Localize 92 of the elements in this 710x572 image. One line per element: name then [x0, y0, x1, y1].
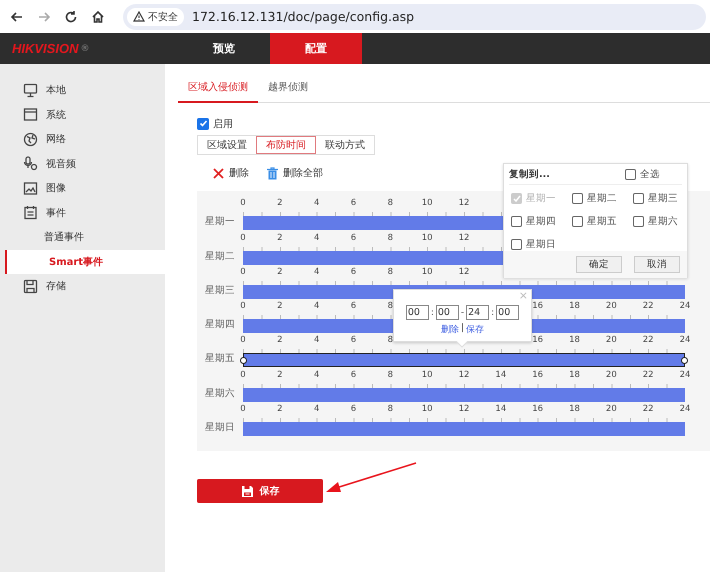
hour-label: 6	[350, 266, 356, 277]
hour-label: 8	[388, 301, 394, 312]
hour-label: 4	[314, 404, 320, 414]
hour-label: 2	[277, 335, 283, 346]
hour-label: 8	[388, 266, 394, 277]
day-option-label: 星期一	[526, 192, 556, 205]
hour-label: 8	[388, 370, 394, 380]
url-text: 172.16.12.131/doc/page/config.asp	[192, 9, 414, 24]
day-option-label: 星期日	[526, 238, 556, 251]
hour-label: 20	[606, 301, 617, 312]
hour-label: 2	[277, 301, 283, 312]
hour-label: 2	[277, 404, 283, 414]
hour-label: 8	[388, 232, 394, 243]
day-label: 星期五	[204, 352, 235, 366]
hour-label: 24	[680, 370, 690, 380]
hour-label: 12	[458, 232, 470, 243]
logo: HIKVISION	[12, 41, 78, 56]
hour-label: 10	[422, 370, 433, 380]
hour-label: 24	[680, 335, 690, 346]
hour-label: 22	[642, 404, 654, 414]
hour-label: 10	[422, 266, 433, 277]
hour-label: 14	[495, 404, 506, 414]
hour-label: 2	[277, 232, 283, 243]
hour-label: 0	[240, 301, 246, 312]
hour-label: 22	[642, 370, 654, 380]
day-label: 星期四	[204, 318, 235, 332]
hour-label: 6	[350, 232, 356, 243]
hour-label: 10	[422, 404, 433, 414]
hour-label: 8	[388, 335, 394, 346]
day-option-label: 星期五	[587, 215, 617, 228]
trademark-symbol: ®	[80, 44, 90, 54]
hour-label: 6	[350, 335, 356, 346]
hour-label: 4	[314, 335, 320, 346]
day-label: 星期三	[204, 284, 235, 298]
hour-label: 0	[240, 232, 246, 243]
hour-label: 4	[314, 198, 320, 208]
hour-label: 0	[240, 370, 246, 380]
day-option-label: 星期四	[526, 215, 556, 228]
enable-label: 启用	[213, 118, 233, 130]
hour-label: 6	[350, 301, 356, 312]
hour-label: 18	[569, 370, 580, 380]
time-separator: :	[491, 308, 494, 318]
hour-label: 18	[569, 301, 580, 312]
day-label: 星期二	[204, 250, 235, 264]
hour-label: 12	[458, 266, 470, 277]
hour-label: 16	[532, 301, 544, 312]
hour-label: 0	[240, 335, 246, 346]
day-label: 星期日	[204, 421, 235, 436]
hour-label: 0	[240, 404, 246, 414]
security-label: 不安全	[148, 10, 178, 24]
hour-label: 6	[350, 370, 356, 380]
hour-label: 4	[314, 232, 320, 243]
hour-label: 4	[314, 301, 320, 312]
hour-label: 16	[532, 370, 544, 380]
hour-label: 2	[277, 198, 283, 208]
hour-label: 22	[642, 335, 654, 346]
link-divider: |	[460, 323, 464, 335]
hour-label: 12	[458, 198, 470, 208]
hour-label: 0	[240, 266, 246, 277]
hour-label: 18	[569, 404, 580, 414]
time-separator: :	[430, 308, 434, 318]
hour-label: 12	[458, 404, 470, 414]
hour-label: 14	[495, 370, 506, 380]
day-label: 星期六	[204, 386, 235, 401]
hour-label: 4	[314, 266, 320, 277]
hour-label: 10	[422, 232, 433, 243]
hour-label: 4	[314, 370, 320, 380]
day-option-label: 星期三	[648, 192, 678, 205]
hour-label: 6	[350, 404, 356, 414]
hour-label: 2	[277, 370, 283, 380]
hour-label: 20	[606, 370, 617, 380]
hour-label: 20	[606, 335, 617, 346]
day-option-label: 星期二	[587, 192, 617, 205]
hour-label: 20	[606, 404, 617, 414]
day-option-label: 星期六	[648, 215, 678, 228]
hour-label: 22	[642, 301, 654, 312]
time-separator: -	[460, 308, 464, 318]
select-all-label: 全选	[640, 168, 660, 180]
hour-label: 0	[240, 198, 246, 208]
hour-label: 8	[388, 404, 394, 414]
hour-label: 16	[532, 335, 544, 346]
hour-label: 18	[569, 335, 580, 346]
hour-label: 8	[388, 198, 394, 208]
hour-label: 16	[532, 404, 544, 414]
hour-label: 2	[277, 266, 283, 277]
hour-label: 10	[422, 198, 433, 208]
hour-label: 6	[350, 198, 356, 208]
hour-label: 24	[680, 301, 690, 312]
day-label: 星期一	[204, 215, 235, 230]
popup-title: 复制到...	[509, 168, 550, 180]
hour-label: 24	[680, 404, 690, 414]
hour-label: 12	[458, 370, 470, 380]
